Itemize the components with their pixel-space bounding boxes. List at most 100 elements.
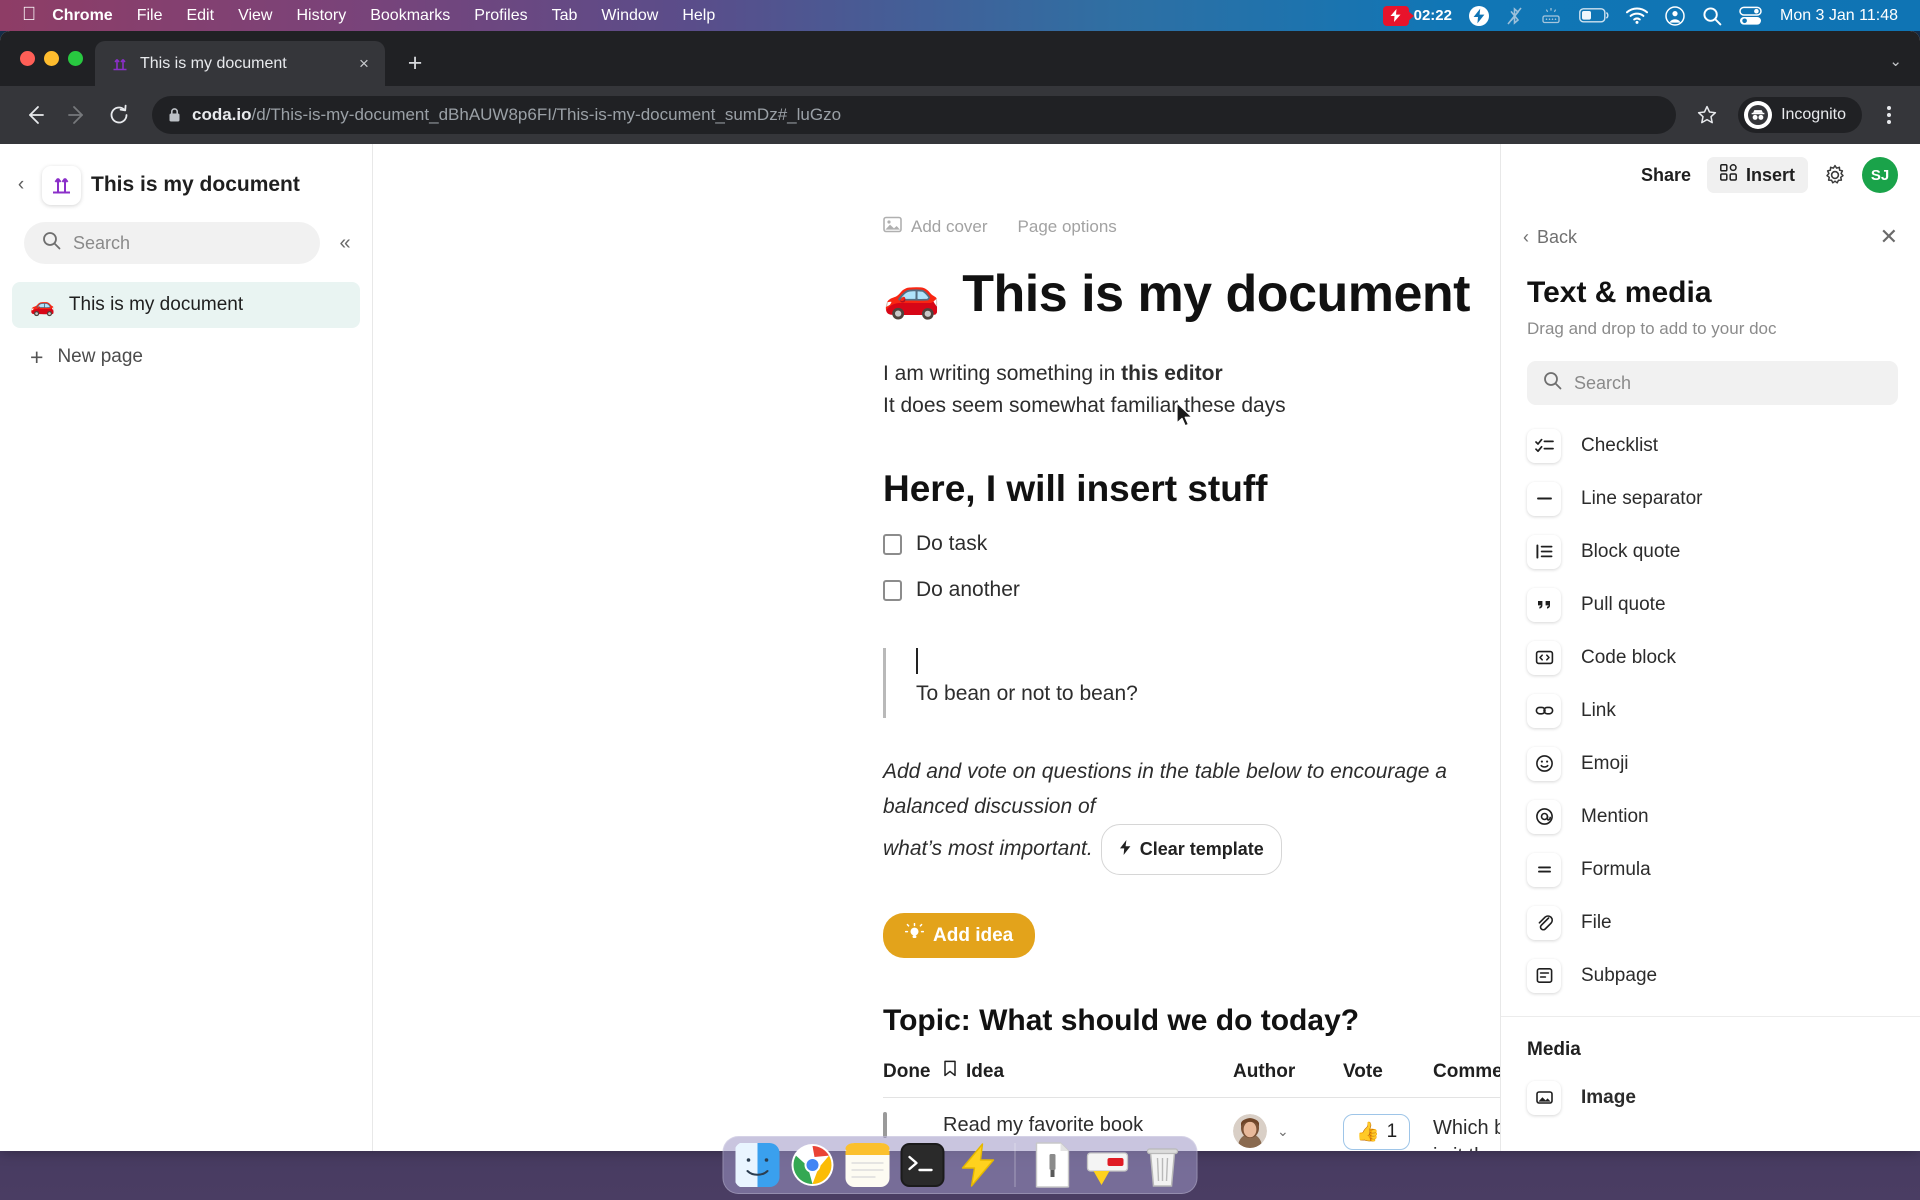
- dock-item-thunderbolt[interactable]: [955, 1142, 1001, 1188]
- insert-button[interactable]: Insert: [1706, 157, 1808, 193]
- toggles-icon[interactable]: [1739, 6, 1763, 26]
- wifi-icon[interactable]: [1625, 7, 1648, 24]
- checkbox-icon[interactable]: [883, 579, 902, 601]
- row-checkbox-icon[interactable]: [883, 1112, 887, 1138]
- page-title[interactable]: This is my document: [962, 264, 1470, 324]
- minimize-window-button[interactable]: [44, 51, 59, 66]
- panel-item-label: Link: [1581, 699, 1616, 721]
- cell-vote[interactable]: 👍 1: [1343, 1097, 1433, 1151]
- address-bar[interactable]: coda.io/d/This-is-my-document_dBhAUW8p6F…: [152, 96, 1677, 134]
- add-cover-button[interactable]: Add cover: [883, 216, 988, 238]
- forward-button[interactable]: [58, 96, 96, 134]
- menu-item-tab[interactable]: Tab: [552, 7, 578, 25]
- browser-toolbar: coda.io/d/This-is-my-document_dBhAUW8p6F…: [0, 86, 1920, 144]
- gear-icon[interactable]: [1824, 164, 1846, 186]
- panel-item-line-separator[interactable]: Line separator: [1501, 472, 1920, 525]
- column-header-author[interactable]: Author: [1233, 1060, 1343, 1098]
- panel-item-checklist[interactable]: Checklist: [1501, 419, 1920, 472]
- panel-title: Text & media: [1527, 276, 1712, 309]
- checklist-item-do-another[interactable]: Do another: [883, 578, 1500, 602]
- column-header-done[interactable]: Done: [883, 1060, 943, 1098]
- dock-item-document-file[interactable]: [1030, 1142, 1076, 1188]
- dock-item-screenshot-file[interactable]: [1085, 1142, 1131, 1188]
- collapse-sidebar-icon[interactable]: «: [330, 232, 360, 255]
- back-button[interactable]: ‹ Back: [1523, 227, 1577, 248]
- panel-item-link[interactable]: Link: [1501, 684, 1920, 737]
- menu-item-view[interactable]: View: [238, 7, 272, 25]
- share-button[interactable]: Share: [1641, 165, 1691, 186]
- sidebar-search-input[interactable]: Search: [24, 222, 320, 264]
- pull-quote-icon: [1527, 587, 1561, 622]
- screen-recording-indicator[interactable]: 02:22: [1382, 5, 1452, 26]
- battery-icon[interactable]: [1579, 8, 1609, 23]
- panel-item-block-quote[interactable]: Block quote: [1501, 525, 1920, 578]
- menu-item-edit[interactable]: Edit: [186, 7, 214, 25]
- block-quote[interactable]: To bean or not to bean?: [883, 648, 1500, 718]
- dock-item-notes[interactable]: [845, 1142, 891, 1188]
- dock-item-finder[interactable]: [735, 1142, 781, 1188]
- tab-search-chevron-icon[interactable]: ⌄: [1889, 52, 1902, 70]
- new-page-button[interactable]: + New page: [12, 334, 360, 380]
- panel-item-emoji[interactable]: Emoji: [1501, 737, 1920, 790]
- coda-doc-icon[interactable]: [42, 165, 81, 205]
- cell-author[interactable]: ⌄: [1233, 1097, 1343, 1151]
- clear-template-button[interactable]: Clear template: [1100, 824, 1282, 875]
- checklist-icon: [1527, 428, 1561, 463]
- column-header-idea[interactable]: Idea: [943, 1060, 1233, 1098]
- reload-button[interactable]: [100, 96, 138, 134]
- keyboard-brightness-icon[interactable]: [1540, 7, 1562, 25]
- close-panel-icon[interactable]: ✕: [1880, 224, 1898, 250]
- column-header-vote[interactable]: Vote: [1343, 1060, 1433, 1098]
- panel-search-input[interactable]: Search: [1527, 361, 1898, 405]
- menu-item-window[interactable]: Window: [601, 7, 658, 25]
- panel-item-label: Emoji: [1581, 752, 1629, 774]
- panel-item-formula[interactable]: Formula: [1501, 843, 1920, 896]
- menu-item-history[interactable]: History: [296, 7, 346, 25]
- panel-item-subpage[interactable]: Subpage: [1501, 949, 1920, 1002]
- menu-item-file[interactable]: File: [137, 7, 163, 25]
- dock-item-trash[interactable]: [1140, 1142, 1186, 1188]
- dock-item-terminal[interactable]: [900, 1142, 946, 1188]
- bluetooth-off-icon[interactable]: [1506, 6, 1523, 26]
- browser-tab[interactable]: This is my document ×: [95, 41, 385, 86]
- control-center-icon[interactable]: [1665, 5, 1685, 26]
- menu-bar-clock[interactable]: Mon 3 Jan 11:48: [1780, 7, 1898, 25]
- sidebar-item-this-is-my-document[interactable]: 🚗 This is my document: [12, 282, 360, 328]
- menu-item-bookmarks[interactable]: Bookmarks: [370, 7, 450, 25]
- back-button[interactable]: [16, 96, 54, 134]
- close-window-button[interactable]: [20, 51, 35, 66]
- section-heading[interactable]: Here, I will insert stuff: [883, 468, 1500, 510]
- panel-item-pull-quote[interactable]: Pull quote: [1501, 578, 1920, 631]
- checklist-item-do-task[interactable]: Do task: [883, 532, 1500, 556]
- apple-menu-icon[interactable]: : [22, 5, 36, 24]
- close-tab-button[interactable]: ×: [353, 53, 375, 75]
- panel-item-file[interactable]: File: [1501, 896, 1920, 949]
- topic-heading[interactable]: Topic: What should we do today?: [883, 1004, 1500, 1038]
- panel-item-mention[interactable]: Mention: [1501, 790, 1920, 843]
- user-avatar[interactable]: SJ: [1862, 157, 1898, 193]
- author-dropdown-chevron-icon[interactable]: ⌄: [1277, 1123, 1289, 1140]
- dock-item-chrome[interactable]: [790, 1142, 836, 1188]
- spotlight-search-icon[interactable]: [1702, 6, 1722, 26]
- paragraph-1[interactable]: I am writing something in this editor: [883, 358, 1500, 390]
- browser-menu-kebab-icon[interactable]: [1874, 97, 1904, 133]
- sidebar-back-chevron-icon[interactable]: ‹: [10, 174, 32, 196]
- document-canvas[interactable]: Add cover Page options 🚗 This is my docu…: [373, 144, 1500, 1151]
- maximize-window-button[interactable]: [68, 51, 83, 66]
- bookmark-star-icon[interactable]: [1690, 98, 1724, 132]
- incognito-profile-button[interactable]: Incognito: [1738, 97, 1862, 133]
- menu-item-help[interactable]: Help: [682, 7, 715, 25]
- menu-item-profiles[interactable]: Profiles: [474, 7, 527, 25]
- panel-item-image[interactable]: Image: [1501, 1071, 1920, 1124]
- column-header-comments[interactable]: Comments: [1433, 1060, 1500, 1098]
- bolt-icon[interactable]: [1468, 5, 1489, 26]
- add-idea-button[interactable]: Add idea: [883, 913, 1036, 958]
- car-emoji-icon[interactable]: 🚗: [883, 271, 940, 317]
- page-options-button[interactable]: Page options: [1018, 217, 1117, 237]
- vote-button[interactable]: 👍 1: [1343, 1114, 1411, 1150]
- checkbox-icon[interactable]: [883, 533, 902, 555]
- panel-item-code-block[interactable]: Code block: [1501, 631, 1920, 684]
- menu-item-chrome[interactable]: Chrome: [52, 7, 112, 25]
- new-tab-button[interactable]: +: [399, 47, 431, 79]
- cell-comment[interactable]: Which book is your favorite, and why is …: [1433, 1097, 1500, 1151]
